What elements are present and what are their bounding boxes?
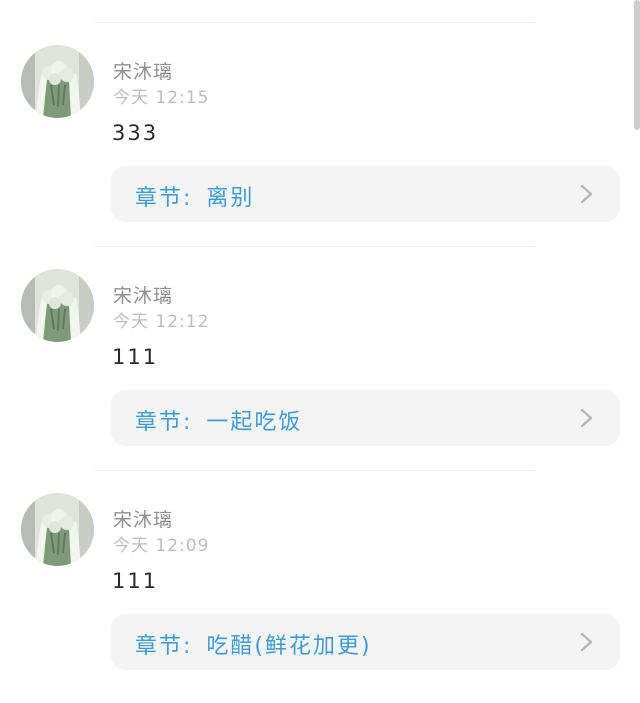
avatar[interactable] <box>21 45 94 118</box>
username[interactable]: 宋沐璃 <box>113 57 173 84</box>
comment-item: 宋沐璃 今天 12:12 111 章节: 一起吃饭 <box>0 269 640 479</box>
chevron-right-icon <box>580 408 593 428</box>
chevron-right-icon <box>580 184 593 204</box>
divider <box>95 246 535 247</box>
avatar[interactable] <box>21 269 94 342</box>
chapter-label: 章节: 一起吃饭 <box>135 404 302 436</box>
avatar[interactable] <box>21 493 94 566</box>
chapter-prefix: 章节: <box>135 410 193 435</box>
avatar-image <box>21 269 94 342</box>
avatar-image <box>21 493 94 566</box>
chapter-prefix: 章节: <box>135 634 193 659</box>
chapter-label: 章节: 离别 <box>135 180 254 212</box>
comment-item: 宋沐璃 今天 12:09 111 章节: 吃醋(鲜花加更) <box>0 493 640 703</box>
chapter-prefix: 章节: <box>135 186 193 211</box>
avatar-image <box>21 45 94 118</box>
divider <box>95 470 535 471</box>
comment-item: 宋沐璃 今天 12:15 333 章节: 离别 <box>0 45 640 255</box>
chapter-link[interactable]: 章节: 离别 <box>111 166 620 222</box>
comment-text: 111 <box>112 345 159 369</box>
username[interactable]: 宋沐璃 <box>113 505 173 532</box>
chapter-label: 章节: 吃醋(鲜花加更) <box>135 628 372 660</box>
divider <box>95 22 535 23</box>
comment-text: 111 <box>112 569 159 593</box>
timestamp: 今天 12:15 <box>113 88 210 108</box>
chapter-title: 吃醋(鲜花加更) <box>206 634 372 659</box>
chapter-title: 离别 <box>206 186 255 211</box>
chapter-link[interactable]: 章节: 吃醋(鲜花加更) <box>111 614 620 670</box>
comment-text: 333 <box>112 121 159 145</box>
chapter-link[interactable]: 章节: 一起吃饭 <box>111 390 620 446</box>
chapter-title: 一起吃饭 <box>206 410 303 435</box>
timestamp: 今天 12:12 <box>113 312 210 332</box>
timestamp: 今天 12:09 <box>113 536 210 556</box>
chevron-right-icon <box>580 632 593 652</box>
username[interactable]: 宋沐璃 <box>113 281 173 308</box>
